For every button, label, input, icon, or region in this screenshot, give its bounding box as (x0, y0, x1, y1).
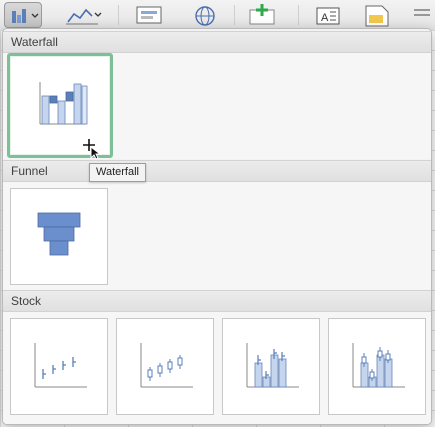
stock-vhlc-chart-icon (246, 343, 299, 388)
note-icon (365, 5, 389, 27)
stock-vohlc-chart-thumb[interactable] (328, 318, 426, 415)
section-funnel (3, 182, 431, 290)
form-control-button[interactable] (134, 2, 168, 28)
more-icon (414, 9, 430, 16)
line-chart-button[interactable] (64, 2, 104, 28)
tooltip: Waterfall (89, 163, 146, 182)
stock-ohlc-chart-icon (140, 343, 193, 388)
globe-icon (195, 6, 215, 26)
stock-hlc-chart-thumb[interactable] (10, 318, 108, 415)
more-button[interactable] (410, 2, 435, 28)
section-header-waterfall: Waterfall (3, 31, 431, 53)
ribbon-toolbar: A (0, 0, 435, 30)
funnel-chart-icon (37, 212, 81, 256)
section-header-funnel: Funnel (3, 160, 431, 182)
note-button[interactable] (360, 2, 394, 28)
chart-type-popup: Waterfall Funnel Stock (2, 28, 432, 425)
section-waterfall (3, 53, 431, 159)
section-header-stock: Stock (3, 290, 431, 312)
stock-vhlc-chart-thumb[interactable] (222, 318, 320, 415)
stock-vohlc-chart-icon (352, 343, 405, 388)
line-chart-icon (66, 8, 102, 25)
move-cursor-icon (83, 139, 102, 160)
form-control-icon (136, 6, 162, 24)
text-box-button[interactable]: A (312, 2, 346, 28)
section-stock (3, 312, 431, 424)
text-box-icon: A (316, 7, 340, 25)
stock-ohlc-chart-thumb[interactable] (116, 318, 214, 415)
insert-chart-button[interactable] (4, 2, 42, 28)
insert-cells-button[interactable] (246, 2, 280, 28)
funnel-chart-thumb[interactable] (10, 188, 108, 285)
web-page-button[interactable] (190, 2, 224, 28)
add-icon (249, 4, 275, 25)
svg-text:A: A (321, 12, 329, 24)
combo-chart-icon (12, 9, 39, 23)
stock-hlc-chart-icon (34, 343, 87, 388)
